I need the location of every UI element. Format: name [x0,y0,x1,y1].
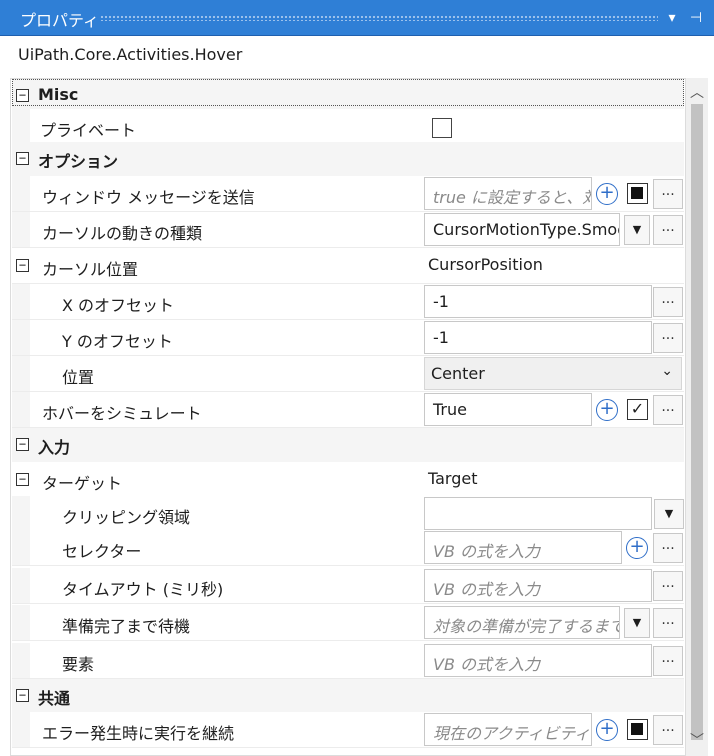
property-row-wait-for-ready[interactable]: 準備完了まで待機 対象の準備が完了するまで ▼ ... [12,605,684,641]
property-row-y-offset[interactable]: Y のオフセット -1 ... [12,320,684,356]
property-label: カーソルの動きの種類 [42,224,203,243]
property-label: クリッピング領域 [62,508,191,527]
property-row-cursor-position[interactable]: − カーソル位置 CursorPosition [12,248,684,284]
add-argument-icon[interactable]: + [596,719,618,741]
simulate-hover-input[interactable]: True [424,393,592,426]
ellipsis-button[interactable]: ... [653,608,683,638]
vertical-scrollbar[interactable]: ︿ ﹀ [686,78,708,756]
ellipsis-button[interactable]: ... [653,395,683,425]
dropdown-arrow-icon[interactable]: ▼ [624,608,650,638]
continue-on-error-input[interactable]: 現在のアクティビティが [424,713,592,746]
collapse-icon[interactable]: − [16,689,29,702]
selector-input[interactable]: VB の式を入力 [424,531,622,564]
ellipsis-button[interactable]: ... [653,646,683,676]
dropdown-arrow-icon[interactable]: ▼ [654,499,684,529]
ellipsis-button[interactable]: ... [653,215,683,245]
simulate-hover-checkbox[interactable]: ✓ [627,399,648,420]
category-label: オプション [38,152,119,171]
add-argument-icon[interactable]: + [596,399,618,421]
collapse-icon[interactable]: − [16,438,29,451]
property-label: ホバーをシミュレート [42,404,202,423]
property-label: セレクター [62,542,142,561]
collapse-icon[interactable]: − [16,473,29,486]
send-window-message-checkbox[interactable] [627,183,648,204]
category-options[interactable]: − オプション [12,142,684,176]
ellipsis-button[interactable]: ... [653,179,683,209]
element-input[interactable]: VB の式を入力 [424,644,652,677]
property-row-selector[interactable]: セレクター VB の式を入力 + ... [12,530,684,566]
property-label: Y のオフセット [62,332,173,351]
category-input[interactable]: − 入力 [12,428,684,462]
category-misc[interactable]: − Misc [12,79,684,113]
property-row-element[interactable]: 要素 VB の式を入力 ... [12,643,684,679]
ellipsis-button[interactable]: ... [653,715,683,745]
x-offset-input[interactable]: -1 [424,285,652,318]
scroll-up-icon[interactable]: ︿ [690,82,704,102]
send-window-message-input[interactable]: true に設定すると、対 [424,177,592,210]
private-checkbox[interactable] [432,118,452,138]
scrollbar-thumb[interactable] [691,104,703,740]
property-row-private[interactable]: プライベート [12,109,684,145]
target-value: Target [428,469,478,488]
property-row-target[interactable]: − ターゲット Target [12,462,684,498]
property-row-send-window-message[interactable]: ウィンドウ メッセージを送信 true に設定すると、対 + ... [12,176,684,212]
position-select[interactable]: Center ⌄ [424,357,682,390]
collapse-icon[interactable]: − [16,259,29,272]
property-row-timeout[interactable]: タイムアウト (ミリ秒) VB の式を入力 ... [12,568,684,604]
category-label: 入力 [38,438,71,457]
ellipsis-button[interactable]: ... [653,533,683,563]
clipping-region-input[interactable] [424,497,652,530]
property-label: ターゲット [42,474,123,493]
object-title: UiPath.Core.Activities.Hover [18,45,243,64]
add-argument-icon[interactable]: + [626,537,648,559]
collapse-icon[interactable]: − [16,152,29,165]
dropdown-arrow-icon[interactable]: ▼ [624,215,650,245]
property-label: X のオフセット [62,296,175,315]
ellipsis-button[interactable]: ... [653,571,683,601]
panel-titlebar: プロパティ ▾ ⊣ [0,0,714,36]
timeout-input[interactable]: VB の式を入力 [424,569,652,602]
property-row-simulate-hover[interactable]: ホバーをシミュレート True + ✓ ... [12,392,684,428]
position-select-value: Center [431,364,485,383]
collapse-icon[interactable]: − [16,89,29,102]
ellipsis-button[interactable]: ... [653,287,683,317]
pin-icon[interactable]: ⊣ [686,8,706,28]
ellipsis-button[interactable]: ... [653,323,683,353]
continue-on-error-checkbox[interactable] [627,719,648,740]
category-common[interactable]: − 共通 [12,679,684,713]
property-row-continue-on-error[interactable]: エラー発生時に実行を継続 現在のアクティビティが + ... [12,712,684,748]
y-offset-input[interactable]: -1 [424,321,652,354]
chevron-down-icon: ⌄ [661,363,673,379]
property-row-cursor-motion-type[interactable]: カーソルの動きの種類 CursorMotionType.Smooth ▼ ... [12,212,684,248]
cursor-motion-type-input[interactable]: CursorMotionType.Smooth [424,213,620,246]
property-label: 要素 [62,655,95,674]
property-label: エラー発生時に実行を継続 [42,724,235,743]
scroll-down-icon[interactable]: ﹀ [690,730,704,750]
panel-title: プロパティ [20,11,100,30]
property-label: ウィンドウ メッセージを送信 [42,188,255,207]
property-row-clipping-region[interactable]: クリッピング領域 ▼ [12,496,684,532]
property-label: 位置 [62,368,95,387]
property-label: プライベート [40,121,137,140]
property-row-x-offset[interactable]: X のオフセット -1 ... [12,284,684,320]
category-label: 共通 [38,689,71,708]
property-label: 準備完了まで待機 [62,617,191,636]
wait-for-ready-input[interactable]: 対象の準備が完了するまで [424,606,620,639]
category-label: Misc [38,85,79,104]
add-argument-icon[interactable]: + [596,183,618,205]
titlebar-grip[interactable] [100,15,658,21]
property-label: カーソル位置 [42,260,139,279]
chevron-down-icon[interactable]: ▾ [662,8,682,28]
property-row-position[interactable]: 位置 Center ⌄ [12,356,684,392]
cursor-position-value: CursorPosition [428,255,543,274]
property-label: タイムアウト (ミリ秒) [62,580,224,599]
